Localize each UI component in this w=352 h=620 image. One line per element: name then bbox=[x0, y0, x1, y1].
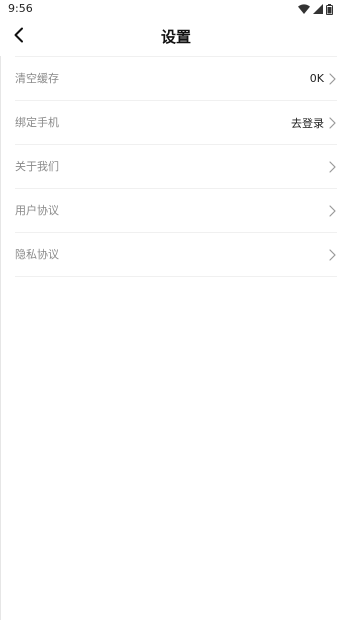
settings-item-bind-phone[interactable]: 绑定手机 去登录 bbox=[15, 100, 337, 144]
settings-item-label: 绑定手机 bbox=[15, 115, 59, 129]
login-status-value: 去登录 bbox=[291, 116, 324, 130]
signal-icon bbox=[313, 4, 323, 14]
settings-item-user-agreement[interactable]: 用户协议 bbox=[15, 188, 337, 232]
screen-edge bbox=[0, 0, 1, 620]
status-icons bbox=[298, 3, 333, 15]
chevron-right-icon bbox=[328, 57, 337, 100]
settings-list: 清空缓存 0K 绑定手机 去登录 关于我们 用户协议 隐私协议 bbox=[15, 56, 337, 277]
status-bar: 9:56 bbox=[0, 0, 352, 18]
chevron-right-icon bbox=[328, 101, 337, 144]
settings-item-label: 关于我们 bbox=[15, 159, 59, 173]
settings-item-privacy-policy[interactable]: 隐私协议 bbox=[15, 232, 337, 277]
settings-item-label: 清空缓存 bbox=[15, 71, 59, 85]
nav-bar: 设置 bbox=[0, 18, 352, 56]
settings-item-about-us[interactable]: 关于我们 bbox=[15, 144, 337, 188]
settings-item-clear-cache[interactable]: 清空缓存 0K bbox=[15, 56, 337, 100]
settings-item-label: 隐私协议 bbox=[15, 247, 59, 261]
battery-icon bbox=[326, 3, 333, 15]
chevron-right-icon bbox=[328, 233, 337, 276]
wifi-icon bbox=[298, 4, 310, 14]
status-time: 9:56 bbox=[8, 2, 33, 15]
chevron-right-icon bbox=[328, 189, 337, 232]
chevron-right-icon bbox=[328, 145, 337, 188]
page-title: 设置 bbox=[160, 28, 191, 46]
settings-item-label: 用户协议 bbox=[15, 203, 59, 217]
cache-size-value: 0K bbox=[309, 72, 324, 85]
